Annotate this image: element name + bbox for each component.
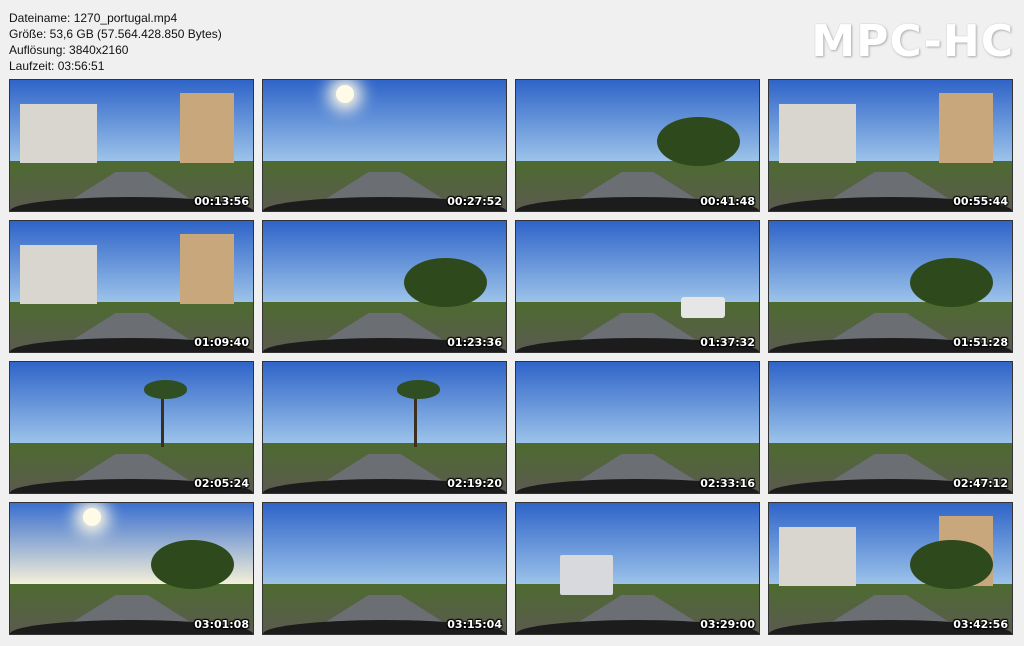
thumbnail-timestamp: 02:19:20 [447,477,502,490]
file-size-label: Größe: 53,6 GB (57.564.428.850 Bytes) [9,27,222,41]
thumbnail-timestamp: 03:42:56 [953,618,1008,631]
thumbnail-timestamp: 01:09:40 [194,336,249,349]
video-thumbnail[interactable]: 03:29:00 [515,502,760,635]
sun-shape [82,508,101,527]
building-shape [778,526,857,586]
thumbnail-timestamp: 01:23:36 [447,336,502,349]
thumbnail-timestamp: 03:29:00 [700,618,755,631]
video-thumbnail[interactable]: 01:51:28 [768,220,1013,353]
thumbnail-sky [263,503,506,585]
thumbnail-timestamp: 02:05:24 [194,477,249,490]
sun-shape [335,85,354,104]
thumbnail-grid: 00:13:56 00:27:52 00:41:48 00:55:44 01:09:40… [9,79,1013,635]
video-thumbnail[interactable]: 02:19:20 [262,361,507,494]
palm-leaves-shape [396,380,441,399]
thumbnail-timestamp: 00:13:56 [194,195,249,208]
file-info-panel: Dateiname: 1270_portugal.mp4 Größe: 53,6… [9,10,222,74]
thumbnail-timestamp: 00:41:48 [700,195,755,208]
truck-shape [559,555,614,595]
building-shape [19,103,98,163]
thumbnail-timestamp: 00:55:44 [953,195,1008,208]
building-shape [180,93,234,163]
video-thumbnail[interactable]: 01:37:32 [515,220,760,353]
thumbnail-sky [516,503,759,585]
thumbnail-sky [263,362,506,444]
video-thumbnail[interactable]: 01:23:36 [262,220,507,353]
tree-shape [150,539,234,590]
video-thumbnail[interactable]: 03:01:08 [9,502,254,635]
video-thumbnail[interactable]: 02:47:12 [768,361,1013,494]
building-shape [19,244,98,304]
building-shape [939,93,993,163]
mpc-hc-logo: MPC-HC [811,16,1014,67]
video-thumbnail[interactable]: 00:41:48 [515,79,760,212]
duration-label: Laufzeit: 03:56:51 [9,59,105,73]
building-shape [180,234,234,304]
thumbnail-sky [263,80,506,162]
thumbnail-timestamp: 02:33:16 [700,477,755,490]
video-thumbnail[interactable]: 02:33:16 [515,361,760,494]
file-name-label: Dateiname: 1270_portugal.mp4 [9,11,178,25]
video-thumbnail[interactable]: 01:09:40 [9,220,254,353]
thumbnail-sky [769,362,1012,444]
thumbnail-sky [516,362,759,444]
video-thumbnail[interactable]: 02:05:24 [9,361,254,494]
thumbnail-sky [10,362,253,444]
thumbnail-timestamp: 02:47:12 [953,477,1008,490]
thumbnail-timestamp: 01:51:28 [953,336,1008,349]
video-thumbnail[interactable]: 00:27:52 [262,79,507,212]
thumbnail-timestamp: 01:37:32 [700,336,755,349]
video-thumbnail[interactable]: 03:15:04 [262,502,507,635]
resolution-label: Auflösung: 3840x2160 [9,43,129,57]
tree-shape [909,539,993,590]
tree-shape [656,116,740,167]
thumbnail-timestamp: 00:27:52 [447,195,502,208]
palm-leaves-shape [143,380,188,399]
tree-shape [909,257,993,308]
video-thumbnail[interactable]: 00:55:44 [768,79,1013,212]
car-shape [681,296,725,318]
tree-shape [403,257,487,308]
building-shape [778,103,857,163]
thumbnail-sky [516,221,759,303]
video-thumbnail[interactable]: 00:13:56 [9,79,254,212]
thumbnail-timestamp: 03:01:08 [194,618,249,631]
video-thumbnail[interactable]: 03:42:56 [768,502,1013,635]
thumbnail-timestamp: 03:15:04 [447,618,502,631]
